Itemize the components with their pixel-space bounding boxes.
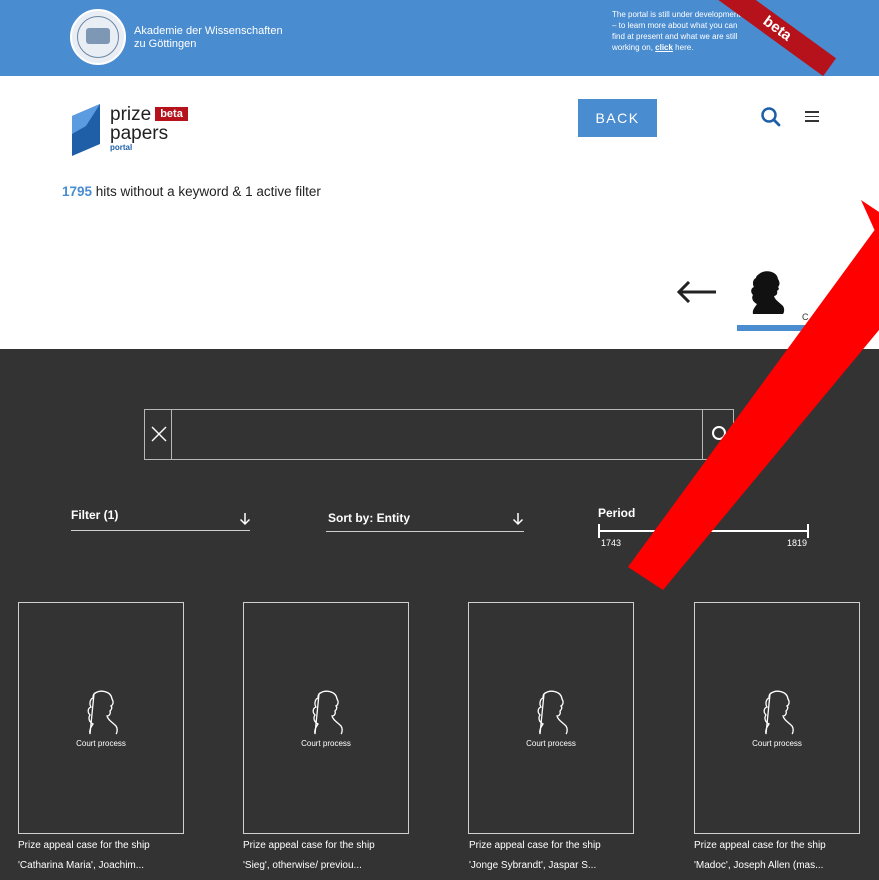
card-caption: Court process bbox=[76, 739, 126, 748]
logo-word-prize: prize bbox=[110, 104, 152, 125]
result-card[interactable]: Court process bbox=[18, 602, 184, 834]
card-caption: Court process bbox=[526, 739, 576, 748]
arrow-down-icon[interactable] bbox=[239, 512, 251, 526]
result-card[interactable]: Court process bbox=[243, 602, 409, 834]
court-process-icon bbox=[763, 690, 794, 735]
sort-dropdown-label[interactable]: Sort by: Entity bbox=[328, 511, 410, 525]
prize-papers-logo-icon[interactable] bbox=[70, 104, 104, 156]
card-title-line-1: Prize appeal case for the ship bbox=[694, 840, 826, 851]
beta-notice-link[interactable]: click bbox=[655, 43, 673, 52]
site-logo-text[interactable]: prize beta papers portal bbox=[110, 105, 188, 152]
card-title[interactable]: Prize appeal case for the ship 'Madoc', … bbox=[694, 836, 826, 876]
page: Akademie der Wissenschaften zu Göttingen… bbox=[0, 0, 879, 880]
sort-dropdown-underline bbox=[326, 531, 524, 532]
close-icon bbox=[151, 426, 167, 442]
academy-seal-logo[interactable] bbox=[70, 9, 126, 65]
period-start-value: 1743 bbox=[601, 538, 622, 548]
arrow-down-icon[interactable] bbox=[512, 512, 524, 526]
card-title-line-1: Prize appeal case for the ship bbox=[243, 840, 375, 851]
search-icon bbox=[712, 426, 729, 443]
top-banner: Akademie der Wissenschaften zu Göttingen… bbox=[0, 0, 879, 76]
card-title-line-1: Prize appeal case for the ship bbox=[469, 840, 601, 851]
period-slider-start-handle[interactable] bbox=[598, 524, 600, 538]
search-submit-button[interactable] bbox=[702, 410, 734, 459]
entity-tab-label: Css bbox=[802, 312, 854, 322]
card-title[interactable]: Prize appeal case for the ship 'Catharin… bbox=[18, 836, 150, 876]
clear-search-button[interactable] bbox=[145, 410, 172, 459]
card-caption: Court process bbox=[301, 739, 351, 748]
result-card[interactable]: Court process bbox=[694, 602, 860, 834]
seal-emblem bbox=[86, 28, 110, 44]
search-icon[interactable] bbox=[760, 106, 782, 128]
period-label: Period bbox=[598, 506, 636, 520]
hamburger-menu-icon[interactable] bbox=[805, 111, 819, 123]
card-title-line-2: 'Catharina Maria', Joachim... bbox=[18, 860, 145, 871]
logo-word-portal: portal bbox=[110, 143, 133, 152]
card-caption: Court process bbox=[752, 739, 802, 748]
period-slider-track[interactable] bbox=[599, 530, 809, 532]
card-title[interactable]: Prize appeal case for the ship 'Sieg', o… bbox=[243, 836, 375, 876]
court-process-icon bbox=[312, 690, 343, 735]
academy-line-1: Akademie der Wissenschaften bbox=[134, 25, 283, 37]
card-title-line-2: 'Jonge Sybrandt', Jaspar S... bbox=[469, 860, 597, 871]
search-bar bbox=[144, 409, 734, 460]
result-card[interactable]: Court process bbox=[468, 602, 634, 834]
active-tab-indicator bbox=[737, 325, 827, 331]
filter-dropdown-underline bbox=[71, 530, 250, 531]
search-input[interactable] bbox=[173, 410, 702, 459]
beta-notice: The portal is still under development – … bbox=[612, 9, 742, 53]
entity-tab-label-end: ss bbox=[844, 312, 854, 322]
court-process-icon bbox=[87, 690, 118, 735]
arrow-left-icon[interactable] bbox=[676, 281, 718, 303]
academy-name[interactable]: Akademie der Wissenschaften zu Göttingen bbox=[134, 25, 283, 51]
period-slider-end-handle[interactable] bbox=[807, 524, 809, 538]
period-end-value: 1819 bbox=[787, 538, 808, 548]
card-title-line-2: 'Madoc', Joseph Allen (mas... bbox=[694, 860, 824, 871]
results-count: 1795 bbox=[62, 184, 93, 199]
results-summary: 1795 hits without a keyword & 1 active f… bbox=[62, 184, 321, 199]
back-button[interactable]: BACK bbox=[578, 99, 657, 137]
card-title-line-2: 'Sieg', otherwise/ previou... bbox=[243, 860, 362, 871]
court-process-silhouette-icon[interactable] bbox=[747, 270, 787, 314]
beta-notice-suffix: here. bbox=[672, 43, 694, 52]
logo-word-papers: papers bbox=[110, 123, 169, 144]
entity-tab-label-start: C bbox=[802, 312, 809, 322]
results-summary-text: hits without a keyword & 1 active filter bbox=[92, 184, 321, 199]
filter-dropdown-label[interactable]: Filter (1) bbox=[71, 508, 118, 522]
logo-beta-badge: beta bbox=[155, 107, 188, 121]
academy-line-2: zu Göttingen bbox=[134, 38, 197, 50]
card-title-line-1: Prize appeal case for the ship bbox=[18, 840, 150, 851]
card-title[interactable]: Prize appeal case for the ship 'Jonge Sy… bbox=[469, 836, 601, 876]
court-process-icon bbox=[537, 690, 568, 735]
